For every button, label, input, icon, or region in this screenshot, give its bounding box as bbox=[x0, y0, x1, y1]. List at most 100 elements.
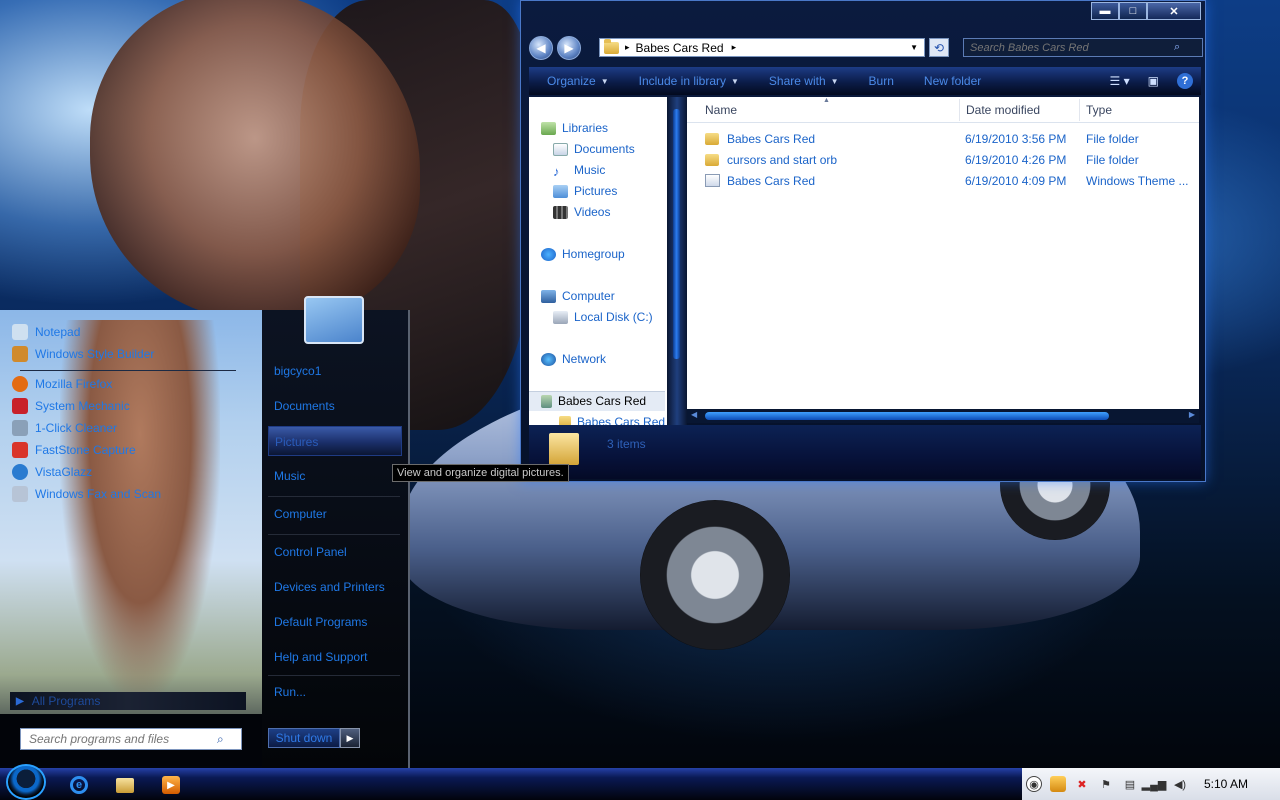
nav-item-network[interactable]: Network bbox=[541, 350, 606, 368]
network-icon bbox=[541, 352, 556, 366]
program-firefox[interactable]: Mozilla Firefox bbox=[12, 374, 112, 394]
taskbar-media-player[interactable]: ▶ bbox=[148, 772, 194, 798]
start-search-box[interactable]: ⌕ bbox=[20, 728, 242, 750]
play-arrow-icon: ▶ bbox=[16, 695, 24, 707]
address-dropdown-icon[interactable]: ▼ bbox=[910, 43, 918, 52]
search-icon[interactable]: ⌕ bbox=[1174, 41, 1180, 54]
explorer-search-box[interactable]: ⌕ bbox=[963, 38, 1203, 57]
panda-icon[interactable]: ◉ bbox=[1026, 776, 1042, 792]
chevron-down-icon: ▼ bbox=[600, 76, 609, 86]
program-windows-style-builder[interactable]: Windows Style Builder bbox=[12, 344, 154, 364]
back-button[interactable]: ◀ bbox=[529, 36, 553, 60]
program-label: VistaGlazz bbox=[35, 465, 93, 479]
start-link-default-programs[interactable]: Default Programs bbox=[274, 615, 367, 629]
start-link-computer[interactable]: Computer bbox=[274, 507, 327, 521]
file-date: 6/19/2010 4:26 PM bbox=[965, 153, 1067, 167]
start-search-input[interactable] bbox=[21, 732, 217, 746]
program-windows-fax-scan[interactable]: Windows Fax and Scan bbox=[12, 484, 161, 504]
volume-icon[interactable]: ◀) bbox=[1172, 776, 1188, 792]
start-orb-button[interactable] bbox=[6, 764, 46, 800]
nav-item-pictures[interactable]: Pictures bbox=[553, 182, 617, 200]
column-divider[interactable] bbox=[1079, 99, 1080, 121]
device-icon[interactable]: ▤ bbox=[1122, 776, 1138, 792]
breadcrumb-segment[interactable]: Babes Cars Red bbox=[636, 41, 724, 55]
new-folder-button[interactable]: New folder bbox=[924, 74, 981, 88]
user-picture[interactable] bbox=[304, 296, 364, 344]
column-header-date[interactable]: Date modified bbox=[966, 103, 1040, 117]
nav-item-videos[interactable]: Videos bbox=[553, 203, 610, 221]
program-vistaglazz[interactable]: VistaGlazz bbox=[12, 462, 92, 482]
nav-item-homegroup[interactable]: Homegroup bbox=[541, 245, 625, 263]
start-link-help-support[interactable]: Help and Support bbox=[274, 650, 367, 664]
fax-scan-icon bbox=[12, 486, 28, 502]
burn-button[interactable]: Burn bbox=[869, 74, 894, 88]
explorer-search-input[interactable] bbox=[964, 41, 1174, 54]
column-header-type[interactable]: Type bbox=[1086, 103, 1112, 117]
help-icon[interactable]: ? bbox=[1177, 73, 1193, 89]
minimize-button[interactable]: ▬ bbox=[1091, 2, 1119, 20]
breadcrumb-arrow-icon[interactable]: ▸ bbox=[732, 42, 737, 53]
include-in-library-button[interactable]: Include in library ▼ bbox=[639, 74, 739, 88]
nav-item-local-disk[interactable]: Local Disk (C:) bbox=[553, 308, 653, 326]
nav-item-libraries[interactable]: Libraries bbox=[541, 119, 608, 137]
signal-icon[interactable]: ▂▄▆ bbox=[1142, 776, 1167, 792]
address-bar[interactable]: ▸ Babes Cars Red ▸ ▼ bbox=[599, 38, 925, 57]
file-type: File folder bbox=[1086, 153, 1139, 167]
nav-item-computer[interactable]: Computer bbox=[541, 287, 615, 305]
network-monitor-icon[interactable]: ✖ bbox=[1074, 776, 1090, 792]
forward-button[interactable]: ▶ bbox=[557, 36, 581, 60]
start-link-control-panel[interactable]: Control Panel bbox=[274, 545, 347, 559]
taskbar-internet-explorer[interactable]: e bbox=[56, 772, 102, 798]
column-header-name[interactable]: Name bbox=[705, 103, 737, 117]
scroll-left-icon[interactable]: ◀ bbox=[691, 410, 697, 419]
file-row[interactable]: Babes Cars Red 6/19/2010 3:56 PM File fo… bbox=[687, 129, 1199, 149]
taskbar-file-explorer[interactable] bbox=[102, 772, 148, 798]
program-system-mechanic[interactable]: System Mechanic bbox=[12, 396, 130, 416]
breadcrumb-arrow-icon[interactable]: ▸ bbox=[625, 42, 630, 53]
start-link-documents[interactable]: Documents bbox=[274, 399, 335, 413]
shutdown-button[interactable]: Shut down bbox=[268, 728, 340, 748]
close-button[interactable]: ✕ bbox=[1147, 2, 1201, 20]
search-icon[interactable]: ⌕ bbox=[217, 732, 224, 747]
file-date: 6/19/2010 3:56 PM bbox=[965, 132, 1067, 146]
horizontal-scrollbar[interactable]: ◀ ▶ bbox=[687, 409, 1199, 423]
item-count: 3 items bbox=[607, 437, 646, 451]
file-row[interactable]: cursors and start orb 6/19/2010 4:26 PM … bbox=[687, 150, 1199, 170]
style-builder-icon bbox=[12, 346, 28, 362]
nav-item-selected-folder[interactable]: Babes Cars Red bbox=[541, 392, 646, 410]
start-link-devices-printers[interactable]: Devices and Printers bbox=[274, 580, 385, 594]
start-link-pictures[interactable]: Pictures bbox=[268, 426, 402, 456]
theme-file-icon bbox=[705, 174, 720, 187]
chevron-down-icon: ▼ bbox=[731, 76, 739, 86]
nav-item-label: Local Disk (C:) bbox=[574, 310, 653, 324]
nav-item-music[interactable]: ♪ Music bbox=[553, 161, 605, 179]
preview-pane-icon[interactable]: ▣ bbox=[1148, 74, 1159, 88]
organize-button[interactable]: Organize ▼ bbox=[547, 74, 609, 88]
clock[interactable]: 5:10 AM bbox=[1204, 777, 1248, 791]
start-link-music[interactable]: Music bbox=[274, 469, 305, 483]
package-icon[interactable] bbox=[1050, 776, 1066, 792]
nav-pane-scrollbar[interactable] bbox=[667, 97, 687, 427]
folder-icon bbox=[604, 38, 619, 54]
libraries-icon bbox=[541, 121, 556, 135]
share-with-button[interactable]: Share with ▼ bbox=[769, 74, 839, 88]
program-notepad[interactable]: Notepad bbox=[12, 322, 80, 342]
refresh-button[interactable]: ⟲ bbox=[929, 38, 949, 57]
shutdown-options-button[interactable]: ▶ bbox=[340, 728, 360, 748]
scroll-right-icon[interactable]: ▶ bbox=[1189, 410, 1195, 419]
all-programs-button[interactable]: ▶ All Programs bbox=[10, 692, 246, 710]
maximize-button[interactable]: □ bbox=[1119, 2, 1147, 20]
divider bbox=[268, 675, 400, 676]
program-1-click-cleaner[interactable]: 1-Click Cleaner bbox=[12, 418, 117, 438]
scrollbar-thumb[interactable] bbox=[705, 412, 1109, 420]
scrollbar-thumb[interactable] bbox=[673, 109, 680, 359]
nav-item-label: Music bbox=[574, 163, 606, 177]
action-center-flag-icon[interactable]: ⚑ bbox=[1098, 776, 1114, 792]
change-view-icon[interactable]: ☰ ▾ bbox=[1110, 74, 1130, 88]
column-divider[interactable] bbox=[959, 99, 960, 121]
file-row[interactable]: Babes Cars Red 6/19/2010 4:09 PM Windows… bbox=[687, 171, 1199, 191]
start-link-run[interactable]: Run... bbox=[274, 685, 306, 699]
program-faststone-capture[interactable]: FastStone Capture bbox=[12, 440, 136, 460]
start-link-user[interactable]: bigcyco1 bbox=[274, 364, 321, 378]
nav-item-documents[interactable]: Documents bbox=[553, 140, 635, 158]
